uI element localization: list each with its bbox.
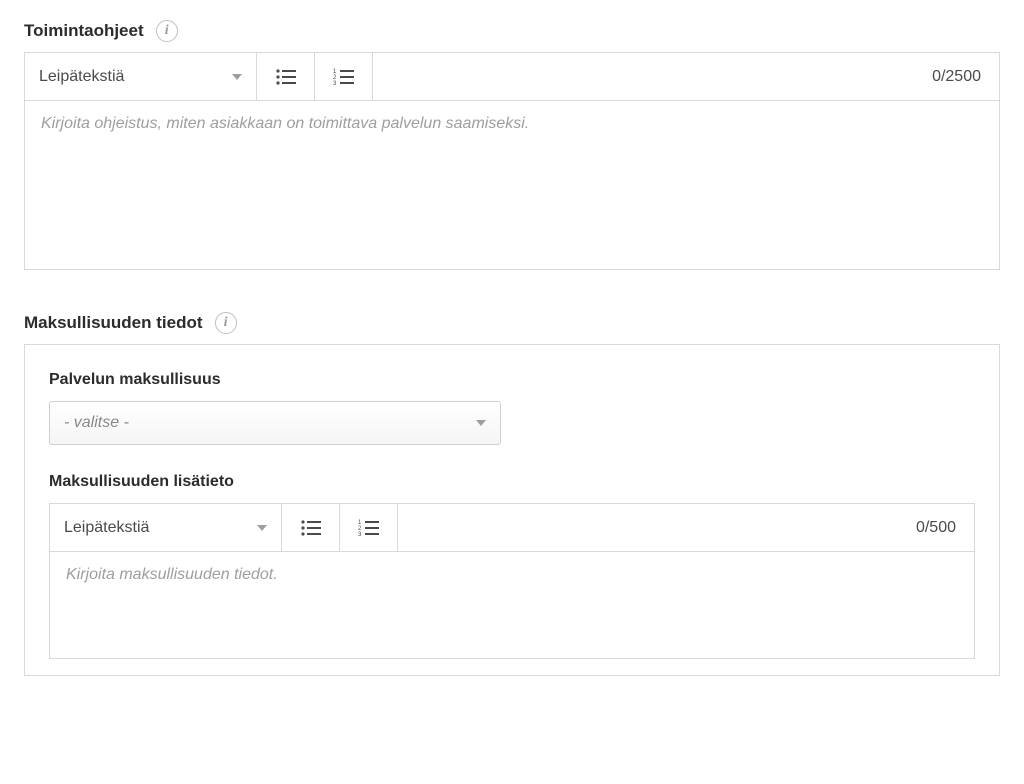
section-title-toimintaohjeet: Toimintaohjeet — [24, 21, 144, 41]
maksullisuuden-panel: Palvelun maksullisuus - valitse - Maksul… — [24, 344, 1000, 676]
info-icon[interactable]: i — [156, 20, 178, 42]
numbered-list-icon: 1 2 3 — [358, 519, 380, 537]
chevron-down-icon — [257, 525, 267, 531]
info-icon[interactable]: i — [215, 312, 237, 334]
svg-text:3: 3 — [358, 532, 362, 537]
editor-toolbar: Leipätekstiä 1 — [50, 504, 974, 552]
numbered-list-button[interactable]: 1 2 3 — [315, 53, 373, 100]
toimintaohjeet-editor-panel: Leipätekstiä 1 2 3 0/2500 — [24, 52, 1000, 270]
bullet-list-icon — [300, 519, 322, 537]
numbered-list-icon: 1 2 3 — [333, 68, 355, 86]
bullet-list-button[interactable] — [257, 53, 315, 100]
editor-textarea[interactable]: Kirjoita ohjeistus, miten asiakkaan on t… — [25, 101, 999, 269]
section-title-maksullisuuden: Maksullisuuden tiedot — [24, 313, 203, 333]
bullet-list-button[interactable] — [282, 504, 340, 551]
chevron-down-icon — [476, 420, 486, 426]
char-count: 0/500 — [898, 504, 974, 551]
palvelun-maksullisuus-select[interactable]: - valitse - — [49, 401, 501, 445]
numbered-list-button[interactable]: 1 2 3 — [340, 504, 398, 551]
format-dropdown-label: Leipätekstiä — [39, 68, 124, 86]
svg-text:3: 3 — [333, 81, 337, 86]
editor-textarea[interactable]: Kirjoita maksullisuuden tiedot. — [50, 552, 974, 658]
bullet-list-icon — [275, 68, 297, 86]
chevron-down-icon — [232, 74, 242, 80]
select-value: - valitse - — [64, 414, 129, 432]
char-count: 0/2500 — [914, 53, 999, 100]
field-label-lisatieto: Maksullisuuden lisätieto — [49, 473, 975, 491]
lisatieto-editor-panel: Leipätekstiä 1 — [49, 503, 975, 659]
editor-toolbar: Leipätekstiä 1 2 3 0/2500 — [25, 53, 999, 101]
field-label-palvelun-maksullisuus: Palvelun maksullisuus — [49, 371, 975, 389]
format-dropdown[interactable]: Leipätekstiä — [50, 504, 282, 551]
format-dropdown-label: Leipätekstiä — [64, 519, 149, 537]
format-dropdown[interactable]: Leipätekstiä — [25, 53, 257, 100]
